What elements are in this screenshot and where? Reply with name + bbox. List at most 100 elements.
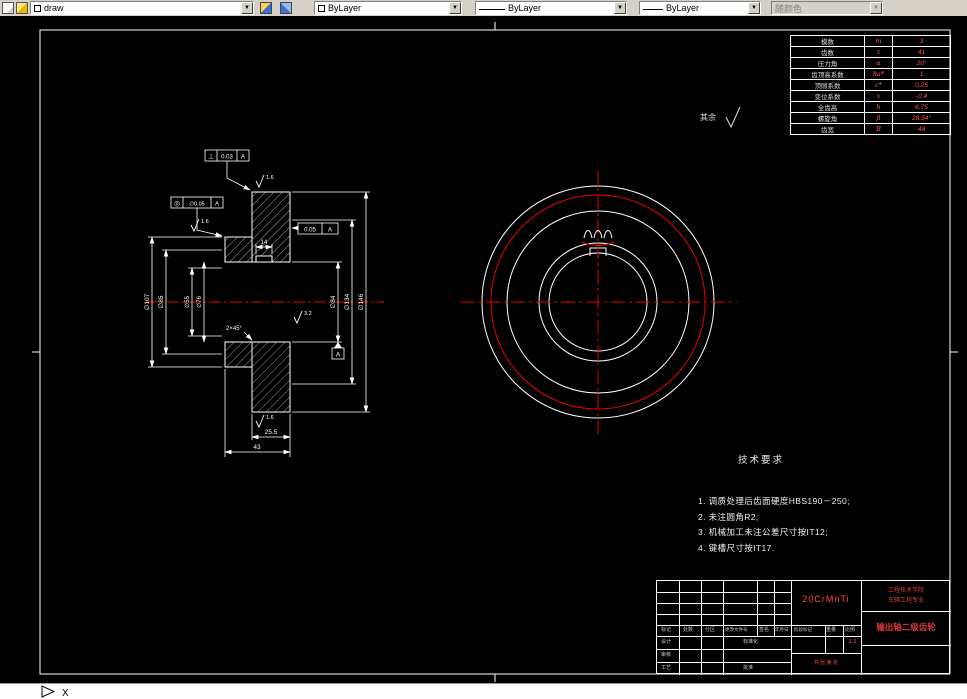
plotstyle-dropdown-value: 随颜色 — [775, 3, 803, 14]
param-symbol: m — [864, 35, 893, 47]
tech-req-line: 2. 未注圆角R2; — [698, 511, 759, 522]
dim-rim-width: 25.5 — [265, 429, 278, 436]
layer-dropdown-arrow-icon[interactable]: ▼ — [241, 2, 253, 14]
layer-previous-icon[interactable] — [280, 2, 292, 14]
make-object-layer-icon[interactable] — [2, 2, 14, 14]
plotstyle-dropdown: 随颜色 ▼ — [771, 1, 883, 15]
param-value: 20° — [892, 57, 951, 69]
color-swatch — [318, 4, 325, 12]
dim-left-outer: ∅107 — [144, 293, 151, 310]
fcf3-datum: A — [328, 228, 332, 234]
tech-req-line: 3. 机械加工未注公差尺寸按IT12; — [698, 527, 828, 537]
layer-dropdown-value: draw — [44, 3, 64, 13]
dim-key-width: 14 — [261, 240, 268, 246]
label-stage: 阶段标记 — [794, 627, 812, 632]
param-label: 齿宽 — [790, 123, 865, 135]
ucs-icon: X — [41, 685, 69, 699]
label-scale: 比例 — [845, 627, 856, 633]
scale-value: 1:1 — [848, 639, 857, 645]
keyway-section — [255, 255, 273, 263]
title-block: 标记 处数 分区 更改文件号 签名 年月日 设计 标准化 审核 工艺 批准 阶段… — [656, 580, 951, 675]
hub-lower-section — [224, 341, 253, 368]
layer-dropdown[interactable]: draw ▼ — [30, 1, 254, 15]
param-symbol: h — [864, 101, 893, 113]
param-label: 齿数 — [790, 46, 865, 58]
fcf2-datum: A — [215, 202, 219, 208]
object-properties-toolbar: draw ▼ ByLayer ▼ ByLayer ▼ ByLayer ▼ 随颜色… — [0, 0, 967, 16]
label-date: 年月日 — [775, 627, 789, 632]
fcf1-datum: A — [241, 155, 245, 161]
param-label: 顶隙系数 — [790, 79, 865, 91]
roughness-value-1: 1.6 — [266, 175, 274, 181]
layer-color-swatch — [34, 4, 41, 12]
param-symbol: ha* — [864, 68, 893, 80]
param-symbol: x — [864, 90, 893, 102]
param-value: 41 — [892, 46, 951, 58]
color-dropdown-arrow-icon[interactable]: ▼ — [449, 2, 461, 14]
table-row: 齿宽 B 48 — [790, 123, 951, 135]
part-name: 输出轴二级齿轮 — [876, 622, 936, 632]
table-row: 螺旋角 β 28.54° — [790, 112, 951, 124]
fcf3-tolerance: 0.05 — [304, 228, 316, 234]
table-row: 顶隙系数 c* 0.25 — [790, 79, 951, 91]
drawing-canvas[interactable]: ∅107 ∅85 ∅55 ∅76 ∅84 ∅134 ∅146 14 2×45° … — [0, 16, 967, 683]
roughness-value-3: 3.2 — [304, 311, 312, 317]
label-count: 处数 — [683, 627, 694, 633]
dim-bore-mid: ∅76 — [196, 295, 203, 308]
default-roughness-mark: 其余 — [700, 106, 741, 129]
param-value: -0.4 — [892, 90, 951, 102]
dim-rim-inner: ∅134 — [344, 293, 351, 310]
table-row: 变位系数 x -0.4 — [790, 90, 951, 102]
school-name-line2: 车辆工程专业 — [887, 598, 924, 604]
lineweight-dropdown-arrow-icon[interactable]: ▼ — [748, 2, 760, 14]
tech-req-line: 4. 键槽尺寸按IT17. — [698, 542, 775, 553]
lineweight-dropdown-value: ByLayer — [666, 3, 700, 13]
param-label: 压力角 — [790, 57, 865, 69]
layer-properties-icon[interactable] — [260, 2, 272, 14]
param-value: 6.75 — [892, 101, 951, 113]
roughness-value-2: 1.6 — [201, 219, 209, 225]
dim-bore-small: ∅55 — [184, 295, 191, 308]
label-weight: 重量 — [826, 627, 837, 633]
dim-bore: ∅84 — [330, 295, 337, 308]
linetype-dropdown[interactable]: ByLayer ▼ — [475, 1, 627, 15]
table-row: 压力角 α 20° — [790, 57, 951, 69]
table-row: 齿数 z 41 — [790, 46, 951, 58]
label-check: 审核 — [661, 652, 672, 658]
sheet-count: 共 张 第 张 — [813, 660, 839, 666]
ucs-x-label: X — [62, 688, 69, 699]
gear-front-view — [461, 170, 737, 437]
linetype-glyph — [479, 3, 505, 10]
param-label: 螺旋角 — [790, 112, 865, 124]
color-dropdown[interactable]: ByLayer ▼ — [314, 1, 462, 15]
linetype-dropdown-arrow-icon[interactable]: ▼ — [614, 2, 626, 14]
fcf1-tolerance: 0.03 — [221, 155, 233, 161]
label-design: 设计 — [661, 639, 672, 645]
param-label: 齿顶高系数 — [790, 68, 865, 80]
rim-lower-section — [251, 341, 291, 413]
fcf2-tolerance: ∅0.05 — [189, 201, 205, 208]
label-sign: 签名 — [759, 627, 770, 633]
param-label: 模数 — [790, 35, 865, 47]
label-standard: 标准化 — [743, 639, 759, 645]
default-roughness-label: 其余 — [700, 112, 716, 122]
table-row: 模数 m 3 — [790, 35, 951, 47]
lineweight-dropdown[interactable]: ByLayer ▼ — [639, 1, 761, 15]
rim-upper-section — [251, 191, 291, 263]
param-value: 0.25 — [892, 79, 951, 91]
param-value: 1 — [892, 68, 951, 80]
dim-total-width: 43 — [253, 444, 261, 451]
param-value: 3 — [892, 35, 951, 47]
dim-outer: ∅146 — [358, 293, 365, 310]
datum-a-label: A — [336, 352, 341, 359]
param-symbol: α — [864, 57, 893, 69]
lineweight-glyph — [643, 3, 663, 10]
layer-manager-icon[interactable] — [16, 2, 28, 14]
technical-requirements: 技术要求 1. 调质处理后齿面硬度HBS190－250; 2. 未注圆角R2; … — [698, 452, 958, 556]
roughness-value-4: 1.6 — [266, 415, 274, 421]
label-approve: 批准 — [743, 665, 754, 671]
layout-bottom-strip: X — [0, 683, 967, 699]
application-window: draw ▼ ByLayer ▼ ByLayer ▼ ByLayer ▼ 随颜色… — [0, 0, 967, 699]
param-symbol: β — [864, 112, 893, 124]
label-change-no: 更改文件号 — [725, 627, 748, 632]
